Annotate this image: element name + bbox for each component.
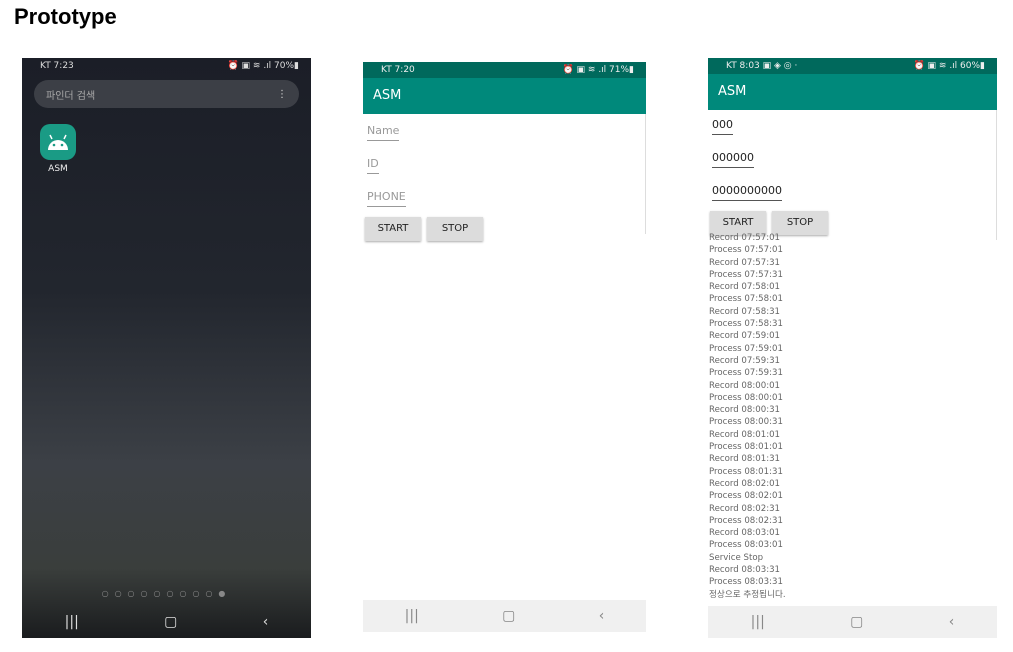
log-line: Process 07:59:01 <box>709 343 783 354</box>
home-button[interactable]: ▢ <box>164 614 177 630</box>
log-line: Process 07:57:31 <box>709 269 783 280</box>
log-line: Process 08:03:31 <box>709 577 783 588</box>
log-line: Process 08:03:01 <box>709 540 783 551</box>
home-button[interactable]: ▢ <box>850 614 863 630</box>
log-line: Process 08:02:01 <box>709 491 783 502</box>
stop-button[interactable]: STOP <box>427 217 483 241</box>
back-button[interactable]: ‹ <box>263 614 269 630</box>
status-time: KT 7:20 <box>381 65 415 75</box>
phone-input[interactable]: PHONE <box>367 190 406 207</box>
log-line: Record 08:02:01 <box>709 478 781 489</box>
asm-app-icon[interactable] <box>40 124 76 160</box>
app-label: ASM <box>48 164 68 174</box>
log-line: Record 07:57:01 <box>709 233 781 243</box>
log-line: Record 08:00:01 <box>709 380 781 391</box>
log-line: Process 08:01:01 <box>709 442 783 453</box>
asm-app-running-phone: KT 8:03 ▣ ◈ ◎ · ⏰ ▣ ≋ .ıl 60%▮ ASM 000 00… <box>708 58 997 638</box>
status-time: KT 7:23 <box>40 61 74 71</box>
log-line: Record 08:03:01 <box>709 528 781 539</box>
log-line: Record 08:00:31 <box>709 405 781 416</box>
log-line: Record 08:02:31 <box>709 503 781 514</box>
log-line: Record 08:01:01 <box>709 429 781 440</box>
page-indicator[interactable]: ○○○○○○○○○● <box>22 589 311 598</box>
recents-button[interactable]: ||| <box>405 608 419 624</box>
status-bar: KT 8:03 ▣ ◈ ◎ · ⏰ ▣ ≋ .ıl 60%▮ <box>708 58 997 74</box>
log-line: Record 07:59:01 <box>709 331 781 342</box>
log-line: Record 08:01:31 <box>709 454 781 465</box>
asm-app-empty-phone: KT 7:20 ⏰ ▣ ≋ .ıl 71%▮ ASM Name ID PHONE … <box>363 62 646 632</box>
app-bar-title: ASM <box>363 78 646 114</box>
phone-input[interactable]: 0000000000 <box>712 184 782 201</box>
log-line: Process 08:01:31 <box>709 466 783 477</box>
log-output: Record 07:57:01 Process 07:57:01 Record 07… <box>708 232 997 598</box>
recents-button[interactable]: ||| <box>751 614 765 630</box>
stop-button[interactable]: STOP <box>772 211 828 235</box>
finder-search-bar[interactable]: 파인더 검색 ⋮ <box>34 80 299 108</box>
status-icons: ⏰ ▣ ≋ .ıl 71%▮ <box>562 65 634 75</box>
log-line: Record 08:03:31 <box>709 565 781 576</box>
log-line: Process 07:58:31 <box>709 319 783 330</box>
page-title: Prototype <box>14 4 117 29</box>
nav-bar: ||| ▢ ‹ <box>22 606 311 638</box>
log-line: Process 08:02:31 <box>709 515 783 526</box>
back-button[interactable]: ‹ <box>599 608 605 624</box>
id-input[interactable]: 000000 <box>712 151 754 168</box>
start-button[interactable]: START <box>365 217 421 241</box>
log-line: Record 07:58:31 <box>709 306 781 317</box>
recents-button[interactable]: ||| <box>65 614 79 630</box>
id-input[interactable]: ID <box>367 157 379 174</box>
more-menu-icon[interactable]: ⋮ <box>277 89 287 100</box>
log-line: Record 07:59:31 <box>709 355 781 366</box>
log-line: Record 07:57:31 <box>709 257 781 268</box>
log-line: Record 07:58:01 <box>709 282 781 293</box>
app-bar-title: ASM <box>708 74 997 110</box>
nav-bar: ||| ▢ ‹ <box>363 600 646 632</box>
log-line: Service Stop <box>709 552 764 563</box>
log-line: Process 07:59:31 <box>709 368 783 379</box>
status-icons: ⏰ ▣ ≋ .ıl 70%▮ <box>227 61 299 71</box>
log-line: Process 08:00:01 <box>709 392 783 403</box>
log-line: 정상으로 추정됩니다. <box>709 589 786 598</box>
log-line: Process 08:00:31 <box>709 417 783 428</box>
log-line: Process 07:58:01 <box>709 294 783 305</box>
status-bar: KT 7:20 ⏰ ▣ ≋ .ıl 71%▮ <box>363 62 646 78</box>
name-input[interactable]: Name <box>367 124 400 141</box>
nav-bar: ||| ▢ ‹ <box>708 606 997 638</box>
status-icons: ⏰ ▣ ≋ .ıl 60%▮ <box>913 61 985 71</box>
status-time: KT 8:03 ▣ ◈ ◎ · <box>726 61 798 71</box>
home-screen-phone: KT 7:23 ⏰ ▣ ≋ .ıl 70%▮ 파인더 검색 ⋮ ASM ○○○○○○… <box>22 58 311 638</box>
log-line: Process 07:57:01 <box>709 245 783 256</box>
back-button[interactable]: ‹ <box>949 614 955 630</box>
name-input[interactable]: 000 <box>712 118 733 135</box>
search-placeholder: 파인더 검색 <box>46 90 96 102</box>
home-button[interactable]: ▢ <box>502 608 515 624</box>
status-bar: KT 7:23 ⏰ ▣ ≋ .ıl 70%▮ <box>22 58 311 74</box>
